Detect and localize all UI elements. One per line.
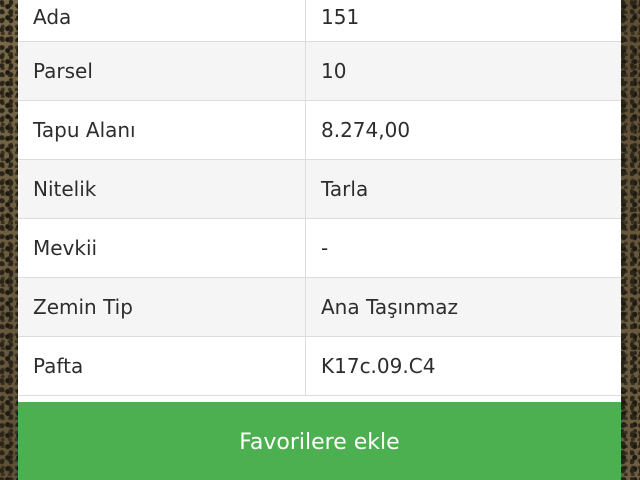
row-label: Tapu Alanı: [18, 100, 306, 160]
row-label: Ada: [18, 0, 306, 42]
parcel-info-table: Ada 151 Parsel 10 Tapu Alanı 8.274,00 Ni…: [18, 0, 621, 396]
table-row-nitelik: Nitelik Tarla: [18, 159, 621, 219]
screen: Ada 151 Parsel 10 Tapu Alanı 8.274,00 Ni…: [0, 0, 640, 480]
row-label: Mevkii: [18, 218, 306, 278]
row-value: Tarla: [305, 159, 621, 219]
row-value: 151: [305, 0, 621, 42]
table-row-zemin-tip: Zemin Tip Ana Taşınmaz: [18, 277, 621, 337]
row-label: Nitelik: [18, 159, 306, 219]
row-value: K17c.09.C4: [305, 336, 621, 396]
row-value: -: [305, 218, 621, 278]
table-row-ada: Ada 151: [18, 0, 621, 42]
row-label: Pafta: [18, 336, 306, 396]
table-row-mevkii: Mevkii -: [18, 218, 621, 278]
table-row-parsel: Parsel 10: [18, 41, 621, 101]
row-value: Ana Taşınmaz: [305, 277, 621, 337]
row-value: 8.274,00: [305, 100, 621, 160]
add-to-favorites-button[interactable]: Favorilere ekle: [18, 402, 621, 480]
row-label: Zemin Tip: [18, 277, 306, 337]
parcel-info-panel: Ada 151 Parsel 10 Tapu Alanı 8.274,00 Ni…: [18, 0, 621, 480]
table-row-pafta: Pafta K17c.09.C4: [18, 336, 621, 396]
row-label: Parsel: [18, 41, 306, 101]
table-row-tapu-alani: Tapu Alanı 8.274,00: [18, 100, 621, 160]
row-value: 10: [305, 41, 621, 101]
